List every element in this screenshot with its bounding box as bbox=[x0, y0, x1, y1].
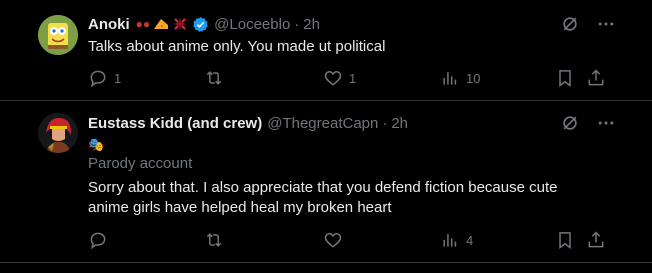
top-icons bbox=[560, 14, 616, 34]
like-button[interactable]: 1 bbox=[323, 68, 356, 88]
author-name[interactable]: Eustass Kidd (and crew) bbox=[88, 115, 262, 132]
tweet-header: Eustass Kidd (and crew) @ThegreatCapn · … bbox=[88, 113, 408, 133]
view-count: 10 bbox=[466, 70, 481, 86]
tweet-text: Talks about anime only. You made ut poli… bbox=[88, 38, 386, 55]
share-button[interactable] bbox=[586, 68, 606, 88]
cheese-emoji bbox=[153, 17, 169, 31]
more-options-icon[interactable] bbox=[596, 14, 616, 34]
reply-button[interactable]: 1 bbox=[88, 68, 121, 88]
theater-masks-icon: 🎭 bbox=[88, 137, 105, 152]
tweet-text: Sorry about that. I also appreciate that… bbox=[88, 178, 557, 218]
like-count: 1 bbox=[349, 70, 357, 86]
bookmark-button[interactable] bbox=[555, 230, 575, 250]
bio-emoji: 🎭 bbox=[88, 135, 104, 155]
timestamp[interactable]: 2h bbox=[391, 115, 408, 132]
avatar[interactable] bbox=[38, 15, 78, 55]
verified-badge-icon[interactable] bbox=[192, 16, 209, 33]
more-options-icon[interactable] bbox=[596, 113, 616, 133]
author-handle[interactable]: @ThegreatCapn bbox=[267, 115, 378, 132]
tweet-header: Anoki ●● @Loceeblo · 2h bbox=[88, 14, 320, 34]
tweet-text-line: Sorry about that. I also appreciate that… bbox=[88, 179, 558, 196]
views-button[interactable]: 10 bbox=[440, 68, 480, 88]
reply-button[interactable] bbox=[88, 230, 114, 250]
author-handle[interactable]: @Loceeblo bbox=[214, 16, 290, 33]
tweet-eustass[interactable]: Eustass Kidd (and crew) @ThegreatCapn · … bbox=[0, 101, 652, 261]
paw-emoji: ●● bbox=[135, 17, 151, 31]
top-icons bbox=[560, 113, 616, 133]
tweet-anoki[interactable]: Anoki ●● @Loceeblo · 2h Talks about anim… bbox=[0, 0, 652, 100]
retweet-button[interactable] bbox=[204, 68, 230, 88]
tweet-divider bbox=[0, 262, 652, 263]
separator: · bbox=[382, 114, 388, 132]
grok-icon[interactable] bbox=[560, 113, 580, 133]
share-button[interactable] bbox=[586, 230, 606, 250]
separator: · bbox=[294, 15, 300, 33]
author-name[interactable]: Anoki bbox=[88, 16, 130, 33]
bookmark-button[interactable] bbox=[555, 68, 575, 88]
timestamp[interactable]: 2h bbox=[303, 16, 320, 33]
tweet-text-line: anime girls have helped heal my broken h… bbox=[88, 199, 392, 216]
like-button[interactable] bbox=[323, 230, 349, 250]
avatar[interactable] bbox=[38, 113, 78, 153]
view-count: 4 bbox=[466, 232, 474, 248]
reply-count: 1 bbox=[114, 70, 122, 86]
views-button[interactable]: 4 bbox=[440, 230, 473, 250]
grok-icon[interactable] bbox=[560, 14, 580, 34]
anger-emoji bbox=[172, 16, 188, 32]
parody-label: Parody account bbox=[88, 155, 193, 172]
retweet-button[interactable] bbox=[204, 230, 230, 250]
